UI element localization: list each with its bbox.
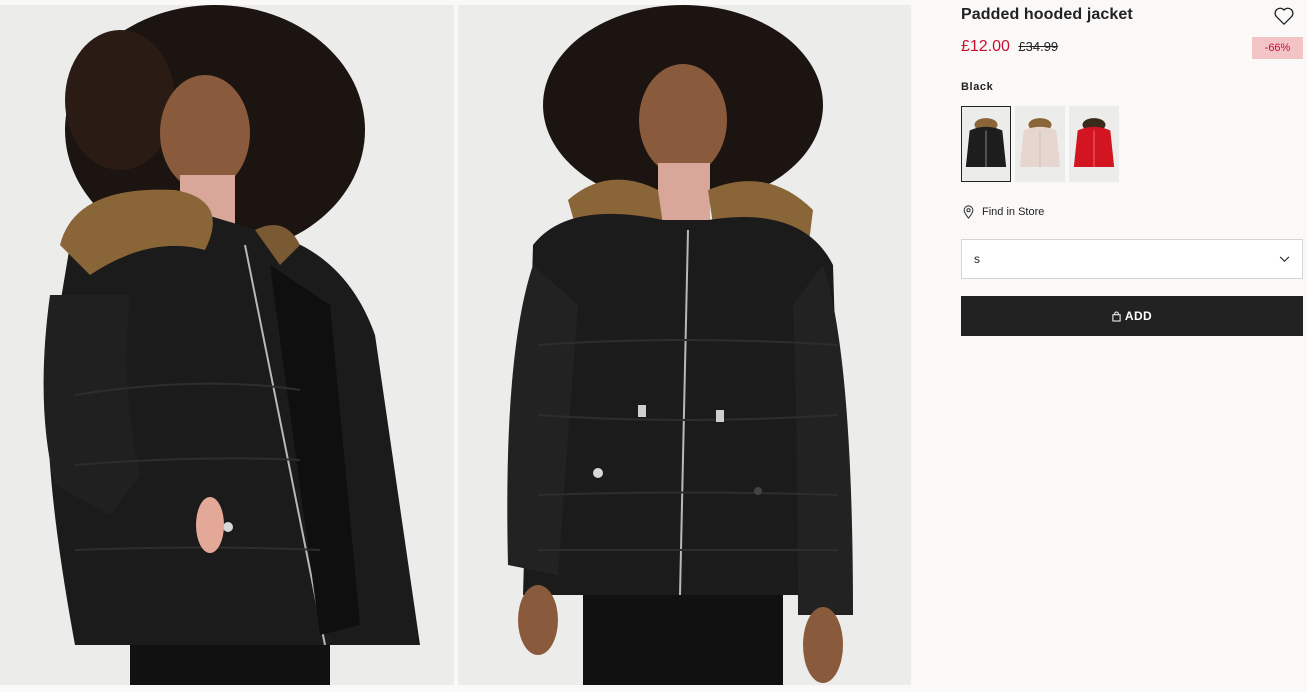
price-row: £12.00 £34.99 -66% [961,37,1303,62]
add-to-bag-button[interactable]: ADD [961,296,1303,336]
product-title: Padded hooded jacket [961,6,1133,23]
favorite-button[interactable] [1273,6,1295,26]
heart-icon [1274,7,1294,25]
color-swatches [961,106,1119,182]
swatch-light-pink[interactable] [1015,106,1065,182]
model-front-view-illustration [458,5,911,685]
swatch-light-pink-image [1016,107,1064,181]
shopping-bag-icon [1112,311,1121,321]
swatch-red-image [1070,107,1118,181]
sale-price: £12.00 [961,38,1010,55]
product-image-side[interactable] [0,5,454,685]
find-in-store-label: Find in Store [982,206,1045,218]
find-in-store-link[interactable]: Find in Store [963,205,1044,219]
size-selected-value: s [974,252,980,266]
discount-badge: -66% [1252,37,1303,59]
original-price: £34.99 [1018,39,1059,54]
location-pin-icon [963,205,974,219]
add-button-label: ADD [1124,309,1153,323]
chevron-down-icon [1279,255,1290,262]
selected-color-label: Black [961,81,994,93]
model-side-view-illustration [0,5,454,685]
swatch-black[interactable] [961,106,1011,182]
swatch-black-image [962,107,1010,181]
product-image-front[interactable] [458,5,911,685]
product-page: Padded hooded jacket £12.00 £34.99 -66% … [0,0,1307,692]
size-dropdown[interactable]: s [961,239,1303,279]
swatch-red[interactable] [1069,106,1119,182]
